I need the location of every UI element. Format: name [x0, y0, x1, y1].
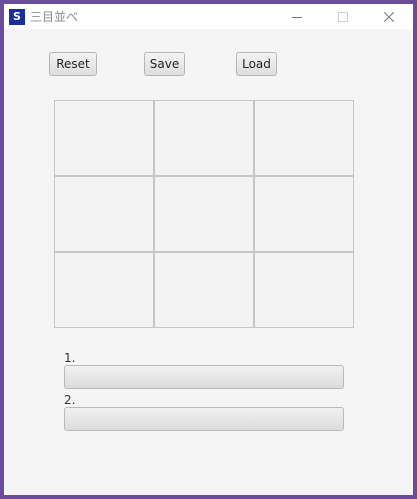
board-cell-4[interactable]	[54, 176, 154, 252]
minimize-button[interactable]	[274, 4, 320, 29]
minimize-icon	[292, 16, 302, 18]
close-button[interactable]	[366, 4, 412, 29]
board-cell-9[interactable]	[254, 252, 354, 328]
save-button[interactable]: Save	[144, 52, 185, 76]
board-cell-8[interactable]	[154, 252, 254, 328]
board-cell-3[interactable]	[254, 100, 354, 176]
board-cell-2[interactable]	[154, 100, 254, 176]
app-window: S 三目並べ Reset Save Load 1. 2.	[4, 4, 413, 495]
move-field-2[interactable]	[64, 407, 344, 431]
load-button[interactable]: Load	[236, 52, 277, 76]
window-title: 三目並べ	[30, 10, 79, 24]
close-icon	[384, 11, 394, 22]
app-icon: S	[9, 9, 25, 25]
move-field-1[interactable]	[64, 365, 344, 389]
board-cell-1[interactable]	[54, 100, 154, 176]
tic-tac-toe-board	[54, 100, 354, 328]
maximize-button[interactable]	[320, 4, 366, 29]
maximize-icon	[338, 11, 348, 22]
board-cell-7[interactable]	[54, 252, 154, 328]
move-label-1: 1.	[64, 351, 76, 365]
move-label-2: 2.	[64, 393, 76, 407]
title-bar[interactable]: S 三目並べ	[4, 4, 413, 29]
board-cell-5[interactable]	[154, 176, 254, 252]
main-content: Reset Save Load 1. 2.	[4, 29, 413, 495]
reset-button[interactable]: Reset	[49, 52, 97, 76]
board-cell-6[interactable]	[254, 176, 354, 252]
